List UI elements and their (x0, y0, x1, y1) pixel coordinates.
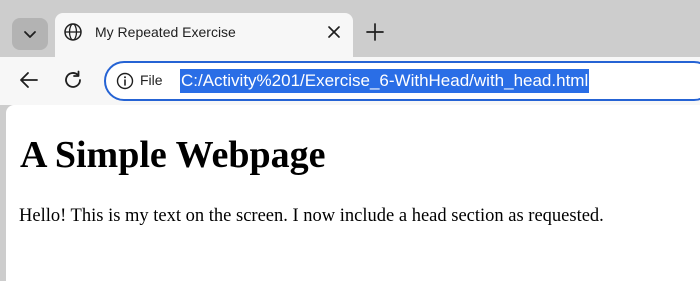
arrow-left-icon[interactable] (18, 69, 40, 91)
tab-active[interactable]: My Repeated Exercise (55, 13, 353, 57)
info-icon[interactable] (116, 72, 134, 90)
plus-icon[interactable] (365, 22, 385, 42)
page-paragraph: Hello! This is my text on the screen. I … (19, 206, 604, 226)
url-text[interactable]: C:/Activity%201/Exercise_6-WithHead/with… (180, 69, 590, 93)
tab-strip: My Repeated Exercise (0, 0, 700, 57)
browser-toolbar: File C:/Activity%201/Exercise_6-WithHead… (0, 57, 700, 105)
address-bar[interactable]: File C:/Activity%201/Exercise_6-WithHead… (104, 61, 700, 101)
close-icon[interactable] (327, 25, 341, 39)
globe-icon (64, 23, 82, 41)
tab-search-button[interactable] (12, 18, 48, 50)
site-info-label[interactable]: File (140, 72, 163, 88)
reload-icon[interactable] (62, 69, 84, 91)
chevron-down-icon (24, 31, 36, 38)
page-heading: A Simple Webpage (20, 134, 326, 176)
tab-title: My Repeated Exercise (95, 24, 236, 40)
page-content: A Simple Webpage Hello! This is my text … (6, 105, 700, 281)
